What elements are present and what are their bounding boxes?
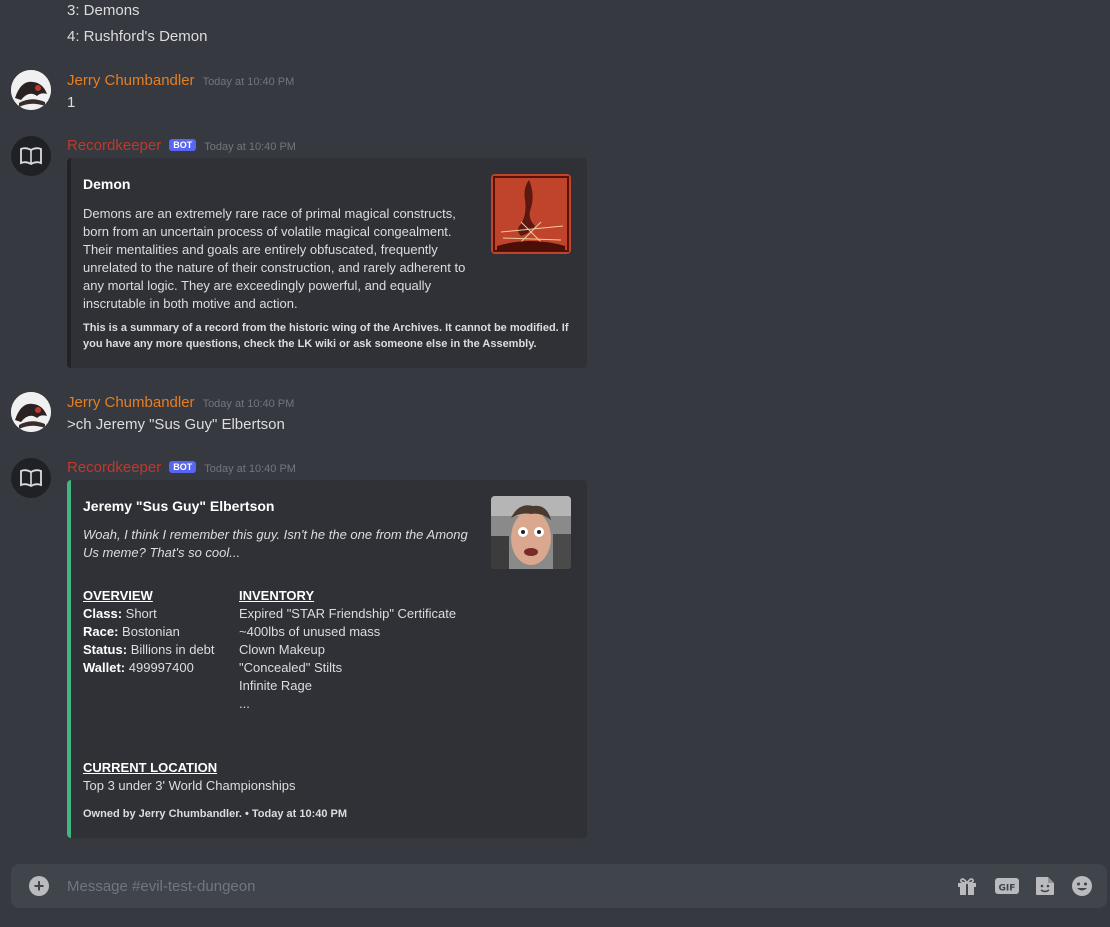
avatar[interactable] bbox=[11, 136, 51, 176]
field-value: Short bbox=[125, 606, 157, 621]
embed-thumbnail[interactable] bbox=[491, 174, 571, 254]
embed: Jeremy "Sus Guy" Elbertson Woah, I think… bbox=[67, 480, 587, 838]
bot-tag: BOT bbox=[169, 461, 197, 473]
book-icon bbox=[20, 469, 42, 487]
gif-icon[interactable]: GIF bbox=[994, 874, 1020, 898]
bot-tag: BOT bbox=[169, 139, 197, 151]
svg-text:GIF: GIF bbox=[999, 884, 1016, 894]
field-label: Wallet: bbox=[83, 660, 126, 675]
inventory-item: ... bbox=[239, 696, 250, 711]
message-input[interactable] bbox=[67, 876, 927, 896]
field-name: OVERVIEW bbox=[83, 588, 153, 603]
embed-thumbnail[interactable] bbox=[491, 496, 571, 569]
message-line: 3: Demons bbox=[67, 2, 140, 19]
chat-messages: 3: Demons 4: Rushford's Demon Jerry Chum… bbox=[0, 0, 1110, 860]
message-content: 1 bbox=[67, 94, 76, 111]
field-label: Race: bbox=[83, 624, 119, 639]
username[interactable]: Jerry Chumbandler bbox=[67, 72, 195, 89]
message-line: 4: Rushford's Demon bbox=[67, 28, 208, 45]
inventory-item: Infinite Rage bbox=[239, 678, 312, 693]
field-row: Race: Bostonian bbox=[83, 623, 233, 641]
embed-footer: This is a summary of a record from the h… bbox=[83, 322, 569, 350]
inventory-item: Expired "STAR Friendship" Certificate bbox=[239, 606, 457, 621]
username[interactable]: Recordkeeper bbox=[67, 459, 161, 476]
field-name: INVENTORY bbox=[239, 588, 315, 603]
avatar[interactable] bbox=[11, 458, 51, 498]
embed-description: Woah, I think I remember this guy. Isn't… bbox=[83, 527, 468, 560]
inventory-item: "Concealed" Stilts bbox=[239, 660, 343, 675]
timestamp: Today at 10:40 PM bbox=[202, 398, 295, 410]
avatar[interactable] bbox=[11, 392, 51, 432]
field-row: Status: Billions in debt bbox=[83, 641, 233, 659]
inventory-item: Clown Makeup bbox=[239, 642, 325, 657]
emoji-icon[interactable] bbox=[1070, 874, 1094, 898]
field-label: Class: bbox=[83, 606, 123, 621]
embed-description: Demons are an extremely rare race of pri… bbox=[83, 206, 466, 311]
inventory-item: ~400lbs of unused mass bbox=[239, 624, 381, 639]
location-field: CURRENT LOCATION Top 3 under 3' World Ch… bbox=[83, 760, 483, 795]
avatar[interactable] bbox=[11, 70, 51, 110]
field-value: 499997400 bbox=[128, 660, 194, 675]
inventory-field: INVENTORY Expired "STAR Friendship" Cert… bbox=[239, 588, 539, 713]
username[interactable]: Jerry Chumbandler bbox=[67, 394, 195, 411]
field-label: Status: bbox=[83, 642, 128, 657]
field-value: Bostonian bbox=[122, 624, 180, 639]
timestamp: Today at 10:40 PM bbox=[204, 463, 296, 475]
message-composer: + GIF bbox=[11, 864, 1107, 908]
field-value: Top 3 under 3' World Championships bbox=[83, 778, 296, 793]
embed: Demon Demons are an extremely rare race … bbox=[67, 158, 587, 368]
plus-icon[interactable]: + bbox=[29, 876, 49, 896]
timestamp: Today at 10:40 PM bbox=[204, 141, 296, 153]
field-row: Wallet: 499997400 bbox=[83, 659, 233, 677]
field-row: Class: Short bbox=[83, 605, 233, 623]
embed-footer: Owned by Jerry Chumbandler. • Today at 1… bbox=[83, 808, 348, 820]
embed-title: Demon bbox=[83, 176, 131, 192]
overview-field: OVERVIEW Class: Short Race: Bostonian St… bbox=[83, 588, 233, 677]
timestamp: Today at 10:40 PM bbox=[202, 76, 295, 88]
sticker-icon[interactable] bbox=[1033, 874, 1057, 898]
gift-icon[interactable] bbox=[955, 874, 979, 898]
message-content: >ch Jeremy "Sus Guy" Elbertson bbox=[67, 416, 285, 433]
field-name: CURRENT LOCATION bbox=[83, 760, 218, 775]
book-icon bbox=[20, 147, 42, 165]
username[interactable]: Recordkeeper bbox=[67, 137, 161, 154]
field-value: Billions in debt bbox=[130, 642, 215, 657]
embed-title: Jeremy "Sus Guy" Elbertson bbox=[83, 498, 275, 514]
